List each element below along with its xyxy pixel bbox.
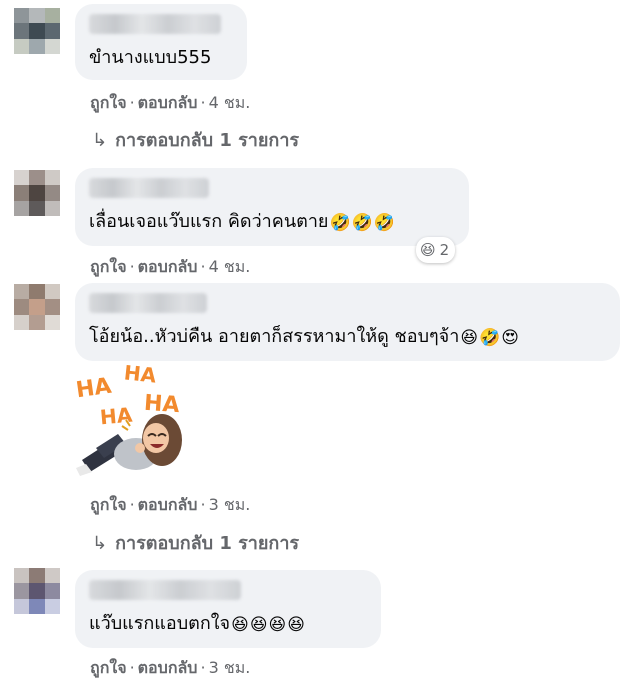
grinning-squinting-emoji-icon: 😆 (460, 328, 479, 348)
reply-button[interactable]: ตอบกลับ (138, 658, 198, 677)
separator: · (129, 257, 135, 276)
comment-actions: ถูกใจ · ตอบกลับ · 3 ชม. (90, 656, 250, 681)
haha-reaction-icon: 😆 (420, 241, 436, 259)
reply-button[interactable]: ตอบกลับ (138, 93, 198, 112)
rofl-emoji-icon: 🤣 (479, 328, 501, 348)
comment-actions: ถูกใจ · ตอบกลับ · 3 ชม. (90, 493, 250, 518)
reply-arrow-icon: ↳ (92, 533, 108, 554)
timestamp[interactable]: 3 ชม. (209, 658, 251, 677)
like-button[interactable]: ถูกใจ (90, 93, 127, 112)
avatar[interactable] (14, 170, 60, 216)
rofl-emoji-icon: 🤣 (329, 213, 351, 233)
reply-arrow-icon: ↳ (92, 130, 108, 151)
reaction-summary[interactable]: 😆 2 (416, 237, 456, 263)
like-button[interactable]: ถูกใจ (90, 495, 127, 514)
rofl-emoji-icon: 🤣 (351, 213, 373, 233)
separator: · (129, 495, 135, 514)
author-name[interactable] (89, 178, 209, 198)
reply-button[interactable]: ตอบกลับ (138, 257, 198, 276)
like-button[interactable]: ถูกใจ (90, 658, 127, 677)
comment-bubble: แว๊บแรกแอบตกใจ😆😆😆😆 (75, 570, 381, 648)
comment-text: เลื่อนเจอแว๊บแรก คิดว่าคนตาย🤣🤣🤣 (89, 211, 395, 233)
avatar[interactable] (14, 284, 60, 330)
separator: · (129, 93, 135, 112)
comment-text: ขำนางแบบ555 (89, 47, 212, 68)
heart-eyes-emoji-icon: 😍 (501, 328, 519, 348)
grinning-squinting-emoji-icon: 😆 (249, 615, 268, 635)
comment-bubble: ขำนางแบบ555 (75, 4, 247, 80)
separator: · (200, 257, 206, 276)
comment-text: โอ้ยน้อ..หัวบ่คืน อายตาก็สรรหามาให้ดู ชอ… (89, 326, 519, 348)
author-name[interactable] (89, 580, 241, 600)
like-button[interactable]: ถูกใจ (90, 257, 127, 276)
grinning-squinting-emoji-icon: 😆 (287, 615, 306, 635)
reply-button[interactable]: ตอบกลับ (138, 495, 198, 514)
timestamp[interactable]: 4 ชม. (209, 257, 251, 276)
comment-bubble: เลื่อนเจอแว๊บแรก คิดว่าคนตาย🤣🤣🤣 (75, 168, 469, 246)
comment-text: แว๊บแรกแอบตกใจ😆😆😆😆 (89, 613, 306, 635)
grinning-squinting-emoji-icon: 😆 (268, 615, 287, 635)
avatar[interactable] (14, 568, 60, 614)
timestamp[interactable]: 3 ชม. (209, 495, 251, 514)
grinning-squinting-emoji-icon: 😆 (231, 615, 249, 635)
timestamp[interactable]: 4 ชม. (209, 93, 251, 112)
view-replies-link[interactable]: ↳ การตอบกลับ 1 รายการ (92, 528, 299, 557)
rofl-emoji-icon: 🤣 (373, 213, 395, 233)
comment-actions: ถูกใจ · ตอบกลับ · 4 ชม. (90, 91, 250, 116)
separator: · (129, 658, 135, 677)
reaction-count: 2 (439, 241, 450, 259)
laughing-sticker[interactable]: HA HA HA HA (70, 360, 190, 480)
view-replies-link[interactable]: ↳ การตอบกลับ 1 รายการ (92, 125, 299, 154)
separator: · (200, 495, 206, 514)
author-name[interactable] (89, 14, 221, 34)
comment-actions: ถูกใจ · ตอบกลับ · 4 ชม. (90, 255, 250, 280)
separator: · (200, 93, 206, 112)
avatar[interactable] (14, 8, 60, 54)
comment-bubble: โอ้ยน้อ..หัวบ่คืน อายตาก็สรรหามาให้ดู ชอ… (75, 283, 620, 361)
author-name[interactable] (89, 293, 207, 313)
laughing-avatar-icon (76, 414, 182, 476)
separator: · (200, 658, 206, 677)
